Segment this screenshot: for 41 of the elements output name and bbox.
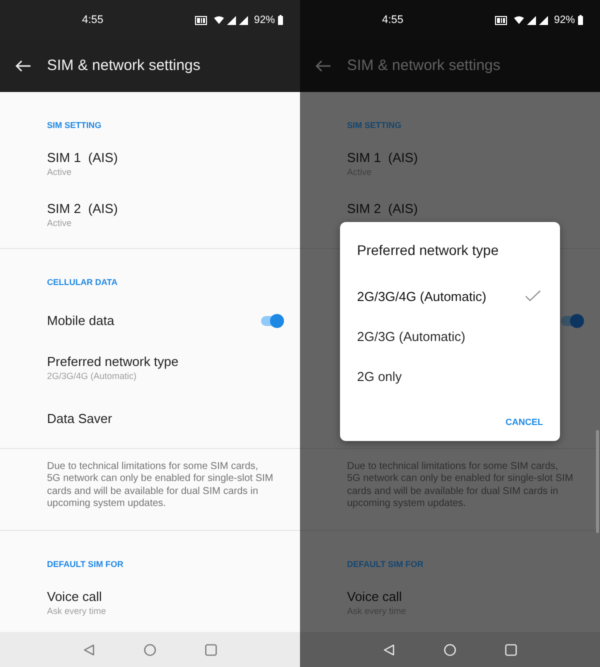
screen-title: SIM & network settings	[47, 57, 200, 75]
option-item[interactable]: 2G/3G (Automatic)	[357, 316, 543, 356]
wifi-icon	[214, 16, 224, 24]
dialog-title: Preferred network type	[357, 242, 500, 258]
dialog-button[interactable]: CANCEL	[506, 408, 543, 436]
network-badge-icon	[494, 16, 507, 24]
toggle-switch[interactable]	[560, 314, 584, 328]
section-header: DEFAULT SIM FOR	[347, 559, 424, 570]
recents-icon[interactable]	[205, 644, 217, 656]
battery-percent: 92%	[254, 14, 275, 26]
status-time: 4:55	[82, 14, 104, 26]
battery-icon	[278, 15, 283, 25]
network-badge-icon	[194, 16, 207, 24]
back-icon[interactable]	[83, 644, 95, 656]
setting-title[interactable]: SIM 1 (AIS)	[47, 150, 118, 166]
info-note: Due to technical limitations for some SIM cards, 5G network can only be enabled for single-slot SIM cards and will be available for dual SIM cards in upcoming system updates.	[47, 461, 274, 510]
setting-summary: 2G/3G/4G (Automatic)	[47, 370, 137, 382]
setting-title[interactable]: Data Saver	[47, 410, 112, 426]
back-arrow-icon	[15, 60, 31, 72]
setting-summary: Active	[47, 217, 72, 229]
battery-icon	[578, 15, 583, 25]
home-icon[interactable]	[144, 644, 156, 656]
section-header: DEFAULT SIM FOR	[47, 559, 124, 570]
status-time: 4:55	[382, 14, 404, 26]
toggle-switch[interactable]	[260, 314, 284, 328]
section-header: SIM SETTING	[347, 120, 402, 130]
setting-title[interactable]: Mobile data	[47, 312, 114, 328]
option-item[interactable]: 2G only	[357, 356, 543, 396]
section-header: SIM SETTING	[47, 120, 102, 130]
wifi-icon	[514, 16, 524, 24]
setting-title[interactable]: Voice call	[47, 589, 102, 606]
back-arrow-icon	[315, 60, 331, 72]
option-item[interactable]: 2G/3G/4G (Automatic)	[357, 276, 543, 316]
setting-summary: Ask every time	[47, 605, 106, 618]
section-header: CELLULAR DATA	[47, 277, 118, 287]
setting-title[interactable]: Preferred network type	[47, 354, 179, 370]
screen-title: SIM & network settings	[347, 57, 500, 75]
setting-title[interactable]: SIM 2 (AIS)	[47, 201, 118, 217]
check-icon	[525, 290, 541, 302]
battery-percent: 92%	[554, 14, 575, 26]
setting-summary: Active	[47, 166, 72, 178]
